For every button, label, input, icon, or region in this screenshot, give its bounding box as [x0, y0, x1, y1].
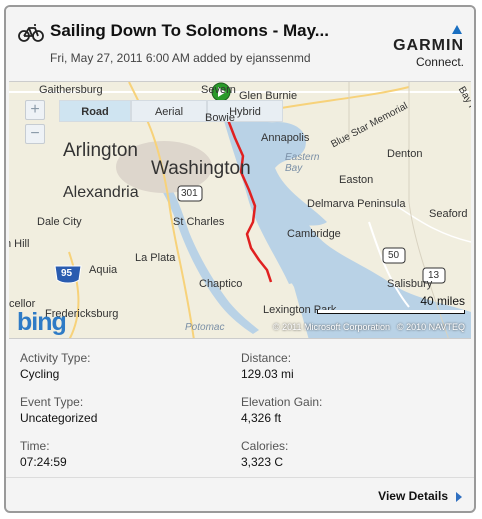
- map-label-eastern-bay: Eastern Bay: [285, 152, 320, 174]
- activity-title[interactable]: Sailing Down To Solomons - May...: [50, 21, 329, 41]
- map-label-alexandria: Alexandria: [63, 184, 139, 201]
- map-label-la-plata: La Plata: [135, 252, 176, 264]
- logo-product: Connect.: [415, 55, 464, 69]
- map-scale-label: 40 miles: [420, 294, 465, 308]
- map-label-gaithersburg: Gaithersburg: [39, 84, 103, 96]
- activity-type-label: Activity Type:: [20, 351, 91, 365]
- activity-header: Sailing Down To Solomons - May... Fri, M…: [6, 7, 474, 79]
- map-label-salisbury: Salisbury: [387, 278, 433, 290]
- activity-type-value: Cycling: [20, 367, 60, 381]
- activity-subtitle: Fri, May 27, 2011 6:00 AM added by ejans…: [50, 51, 311, 65]
- event-type-value: Uncategorized: [20, 411, 98, 425]
- maptype-aerial-button[interactable]: Aerial: [131, 100, 207, 122]
- event-type-label: Event Type:: [20, 395, 84, 409]
- map-label-cambridge: Cambridge: [287, 228, 341, 240]
- map-scale-bar: [317, 310, 465, 314]
- view-details-link[interactable]: View Details: [378, 489, 448, 503]
- garmin-connect-logo[interactable]: GARMIN Connect.: [378, 23, 464, 69]
- time-value: 07:24:59: [20, 455, 67, 469]
- map-label-st-charles: St Charles: [173, 216, 225, 228]
- map-label-seaford: Seaford: [429, 208, 468, 220]
- map-label-dale-city: Dale City: [37, 216, 82, 228]
- elevation-gain-value: 4,326 ft: [241, 411, 282, 425]
- zoom-out-button[interactable]: −: [25, 124, 45, 144]
- distance-value: 129.03 mi: [241, 367, 294, 381]
- map-label-annapolis: Annapolis: [261, 132, 310, 144]
- map-label-hill: h Hill: [9, 238, 30, 250]
- route-shield-50: 50: [388, 250, 400, 261]
- maptype-road-button[interactable]: Road: [59, 100, 131, 122]
- map-label-denton: Denton: [387, 148, 423, 160]
- garmin-triangle-icon: [452, 25, 462, 34]
- map-label-glen-burnie: Glen Burnie: [239, 90, 298, 102]
- map-label-delmarva: Delmarva Peninsula: [307, 198, 406, 210]
- map-label-aquia: Aquia: [89, 264, 118, 276]
- route-shield-95: 95: [61, 268, 73, 279]
- widget-footer: View Details: [6, 477, 474, 511]
- distance-label: Distance:: [241, 351, 292, 365]
- map-label-potomac: Potomac: [185, 322, 225, 333]
- activity-widget: Sailing Down To Solomons - May... Fri, M…: [4, 5, 476, 513]
- copyright-navteq: © 2010 NAVTEQ: [397, 322, 465, 332]
- copyright-microsoft: © 2011 Microsoft Corporation: [273, 322, 391, 332]
- map-label-easton: Easton: [339, 174, 374, 186]
- route-shield-13: 13: [428, 270, 440, 281]
- bicycle-icon: [18, 24, 44, 42]
- map-label-arlington: Arlington: [63, 140, 138, 161]
- zoom-in-button[interactable]: +: [25, 100, 45, 120]
- map-label-severn: Severn: [201, 84, 236, 96]
- time-label: Time:: [20, 439, 50, 453]
- elevation-gain-label: Elevation Gain:: [241, 395, 323, 409]
- calories-label: Calories:: [241, 439, 289, 453]
- map-label-washington: Washington: [151, 158, 251, 179]
- bing-logo[interactable]: bing: [17, 308, 67, 337]
- activity-stats: Activity Type: Cycling Event Type: Uncat…: [6, 341, 474, 477]
- calories-value: 3,323 C: [241, 455, 284, 469]
- logo-brand: GARMIN: [393, 37, 464, 54]
- map-label-chaptico: Chaptico: [199, 278, 243, 290]
- map-label-bowie: Bowie: [205, 112, 235, 124]
- chevron-right-icon[interactable]: [456, 492, 462, 502]
- route-shield-301: 301: [181, 188, 198, 199]
- route-map[interactable]: + − Road Aerial Hybrid Gaithersburg Seve…: [9, 81, 471, 339]
